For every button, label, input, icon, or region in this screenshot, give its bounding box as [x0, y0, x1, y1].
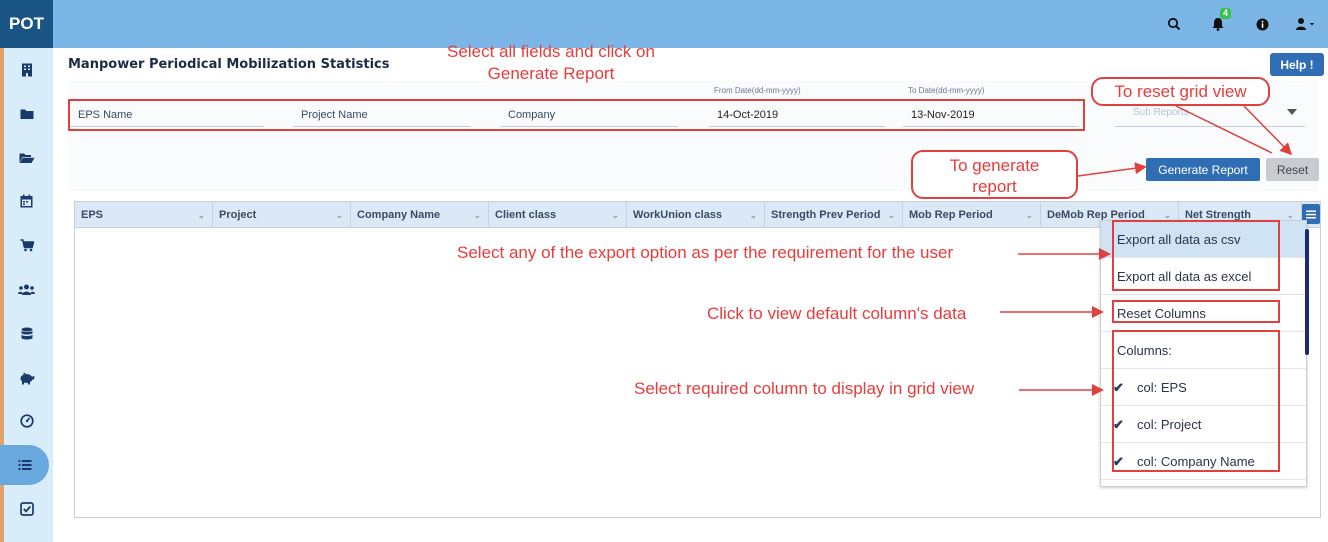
- annotation-arrows: [1000, 105, 1293, 396]
